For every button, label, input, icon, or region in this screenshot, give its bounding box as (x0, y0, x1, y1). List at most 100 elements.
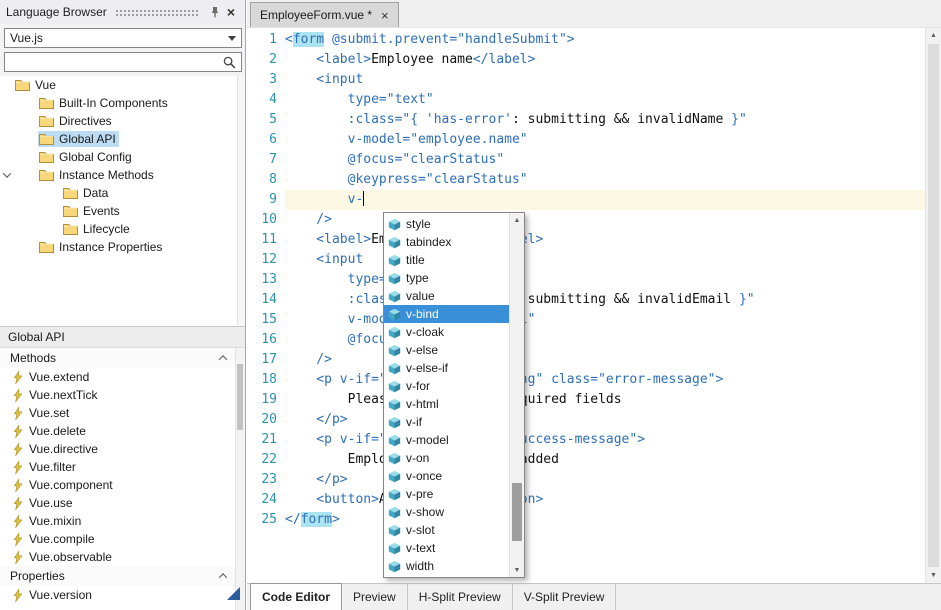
code-line[interactable]: <label>Employee name</label> (285, 50, 925, 70)
tree-node-body[interactable]: Lifecycle (62, 221, 133, 237)
tab-employeeform-vue[interactable]: EmployeeForm.vue * × (250, 2, 399, 27)
tree-node-body[interactable]: Global Config (38, 149, 135, 165)
code-lines[interactable]: <form @submit.prevent="handleSubmit"> <l… (277, 28, 925, 583)
tree-expander[interactable] (0, 172, 14, 178)
search-icon[interactable] (221, 56, 238, 69)
api-item-vue-extend[interactable]: Vue.extend (0, 368, 236, 386)
scrollbar-thumb[interactable] (928, 44, 939, 567)
scroll-up-icon[interactable]: ▲ (510, 213, 524, 227)
code-line[interactable]: <button>Add Employee</button> (285, 490, 925, 510)
completion-item-v-text[interactable]: v-text (384, 539, 509, 557)
chevron-up-icon[interactable] (219, 573, 227, 581)
view-tab-preview[interactable]: Preview (342, 584, 408, 610)
resize-triangle-icon[interactable] (227, 587, 240, 603)
tree-item-global-api[interactable]: Global API (0, 130, 237, 148)
completion-item-value[interactable]: value (384, 287, 509, 305)
code-line[interactable]: type="text" (285, 270, 925, 290)
completion-item-v-slot[interactable]: v-slot (384, 521, 509, 539)
completion-item-v-for[interactable]: v-for (384, 377, 509, 395)
code-line[interactable]: <p v-if="success" class="success-message… (285, 430, 925, 450)
code-line[interactable]: @focus="clearStatus" (285, 150, 925, 170)
completion-item-v-cloak[interactable]: v-cloak (384, 323, 509, 341)
panel-titlebar[interactable]: Language Browser × (0, 0, 245, 24)
api-item-vue-component[interactable]: Vue.component (0, 476, 236, 494)
api-item-vue-delete[interactable]: Vue.delete (0, 422, 236, 440)
code-line[interactable]: type="text" (285, 90, 925, 110)
tree-node-body[interactable]: Directives (38, 113, 115, 129)
completion-item-style[interactable]: style (384, 215, 509, 233)
code-line[interactable]: /> (285, 210, 925, 230)
code-line[interactable]: @keypress="clearStatus" (285, 170, 925, 190)
tree-node-body[interactable]: Instance Properties (38, 239, 165, 255)
code-line[interactable]: Employee successfully added (285, 450, 925, 470)
tree-item-instance-properties[interactable]: Instance Properties (0, 238, 237, 256)
api-item-vue-version[interactable]: Vue.version (0, 586, 236, 604)
drag-grip[interactable] (115, 9, 199, 18)
api-item-vue-compile[interactable]: Vue.compile (0, 530, 236, 548)
code-line[interactable]: <input (285, 250, 925, 270)
tree-item-instance-methods[interactable]: Instance Methods (0, 166, 237, 184)
code-line[interactable]: <input (285, 70, 925, 90)
api-item-vue-nexttick[interactable]: Vue.nextTick (0, 386, 236, 404)
completion-item-v-model[interactable]: v-model (384, 431, 509, 449)
tree-item-lifecycle[interactable]: Lifecycle (0, 220, 237, 238)
code-line[interactable]: <label>Employee Email</label> (285, 230, 925, 250)
tree-scrollbar[interactable] (237, 76, 245, 326)
code-line[interactable]: <p v-if="error && submitting" class="err… (285, 370, 925, 390)
view-tab-h-split-preview[interactable]: H-Split Preview (408, 584, 513, 610)
code-line[interactable]: v-model="employee.email" (285, 310, 925, 330)
code-line[interactable]: /> (285, 350, 925, 370)
scroll-up-icon[interactable]: ▲ (926, 28, 941, 43)
tree-item-built-in-components[interactable]: Built-In Components (0, 94, 237, 112)
completion-item-v-if[interactable]: v-if (384, 413, 509, 431)
code-line[interactable]: </form> (285, 510, 925, 530)
completion-scrollbar[interactable]: ▲ ▼ (509, 213, 524, 577)
completion-item-v-else-if[interactable]: v-else-if (384, 359, 509, 377)
code-line[interactable]: </p> (285, 410, 925, 430)
completion-item-width[interactable]: width (384, 557, 509, 575)
tree-node-body[interactable]: Events (62, 203, 123, 219)
close-icon[interactable]: × (223, 4, 239, 20)
tree-item-directives[interactable]: Directives (0, 112, 237, 130)
completion-item-title[interactable]: title (384, 251, 509, 269)
chevron-up-icon[interactable] (219, 355, 227, 363)
group-header-methods[interactable]: Methods (0, 348, 236, 368)
api-item-vue-set[interactable]: Vue.set (0, 404, 236, 422)
api-item-vue-mixin[interactable]: Vue.mixin (0, 512, 236, 530)
code-line[interactable]: v-model="employee.name" (285, 130, 925, 150)
completion-item-v-once[interactable]: v-once (384, 467, 509, 485)
scrollbar-thumb[interactable] (237, 364, 243, 430)
code-line[interactable]: Please fill out all required fields (285, 390, 925, 410)
view-tab-code-editor[interactable]: Code Editor (250, 583, 342, 610)
api-item-vue-directive[interactable]: Vue.directive (0, 440, 236, 458)
api-item-vue-filter[interactable]: Vue.filter (0, 458, 236, 476)
tree-item-vue[interactable]: Vue (0, 76, 237, 94)
tree-node-body[interactable]: Vue (14, 77, 59, 93)
tree-node-body[interactable]: Global API (38, 131, 119, 147)
completion-item-v-on[interactable]: v-on (384, 449, 509, 467)
completion-item-v-pre[interactable]: v-pre (384, 485, 509, 503)
code-editor[interactable]: 1234567891011121314151617181920212223242… (247, 28, 925, 583)
chevron-down-icon[interactable] (3, 169, 11, 177)
completion-item-v-else[interactable]: v-else (384, 341, 509, 359)
completion-item-v-bind[interactable]: v-bind (384, 305, 509, 323)
search-box[interactable] (4, 52, 242, 72)
code-line[interactable]: v- (285, 190, 925, 210)
tree-node-body[interactable]: Instance Methods (38, 167, 157, 183)
tree-item-data[interactable]: Data (0, 184, 237, 202)
completion-item-type[interactable]: type (384, 269, 509, 287)
scroll-down-icon[interactable]: ▼ (926, 568, 941, 583)
code-line[interactable]: </p> (285, 470, 925, 490)
completion-item-tabindex[interactable]: tabindex (384, 233, 509, 251)
code-line[interactable]: @focus="clearStatus" (285, 330, 925, 350)
scrollbar-thumb[interactable] (512, 483, 522, 541)
tab-close-icon[interactable]: × (381, 9, 389, 22)
completion-item-v-show[interactable]: v-show (384, 503, 509, 521)
api-item-vue-observable[interactable]: Vue.observable (0, 548, 236, 566)
api-item-vue-use[interactable]: Vue.use (0, 494, 236, 512)
editor-scrollbar[interactable]: ▲ ▼ (925, 28, 941, 583)
group-header-properties[interactable]: Properties (0, 566, 236, 586)
pin-icon[interactable] (207, 4, 223, 20)
code-line[interactable]: :class="{ 'has-error': submitting && inv… (285, 110, 925, 130)
code-line[interactable]: <form @submit.prevent="handleSubmit"> (285, 30, 925, 50)
